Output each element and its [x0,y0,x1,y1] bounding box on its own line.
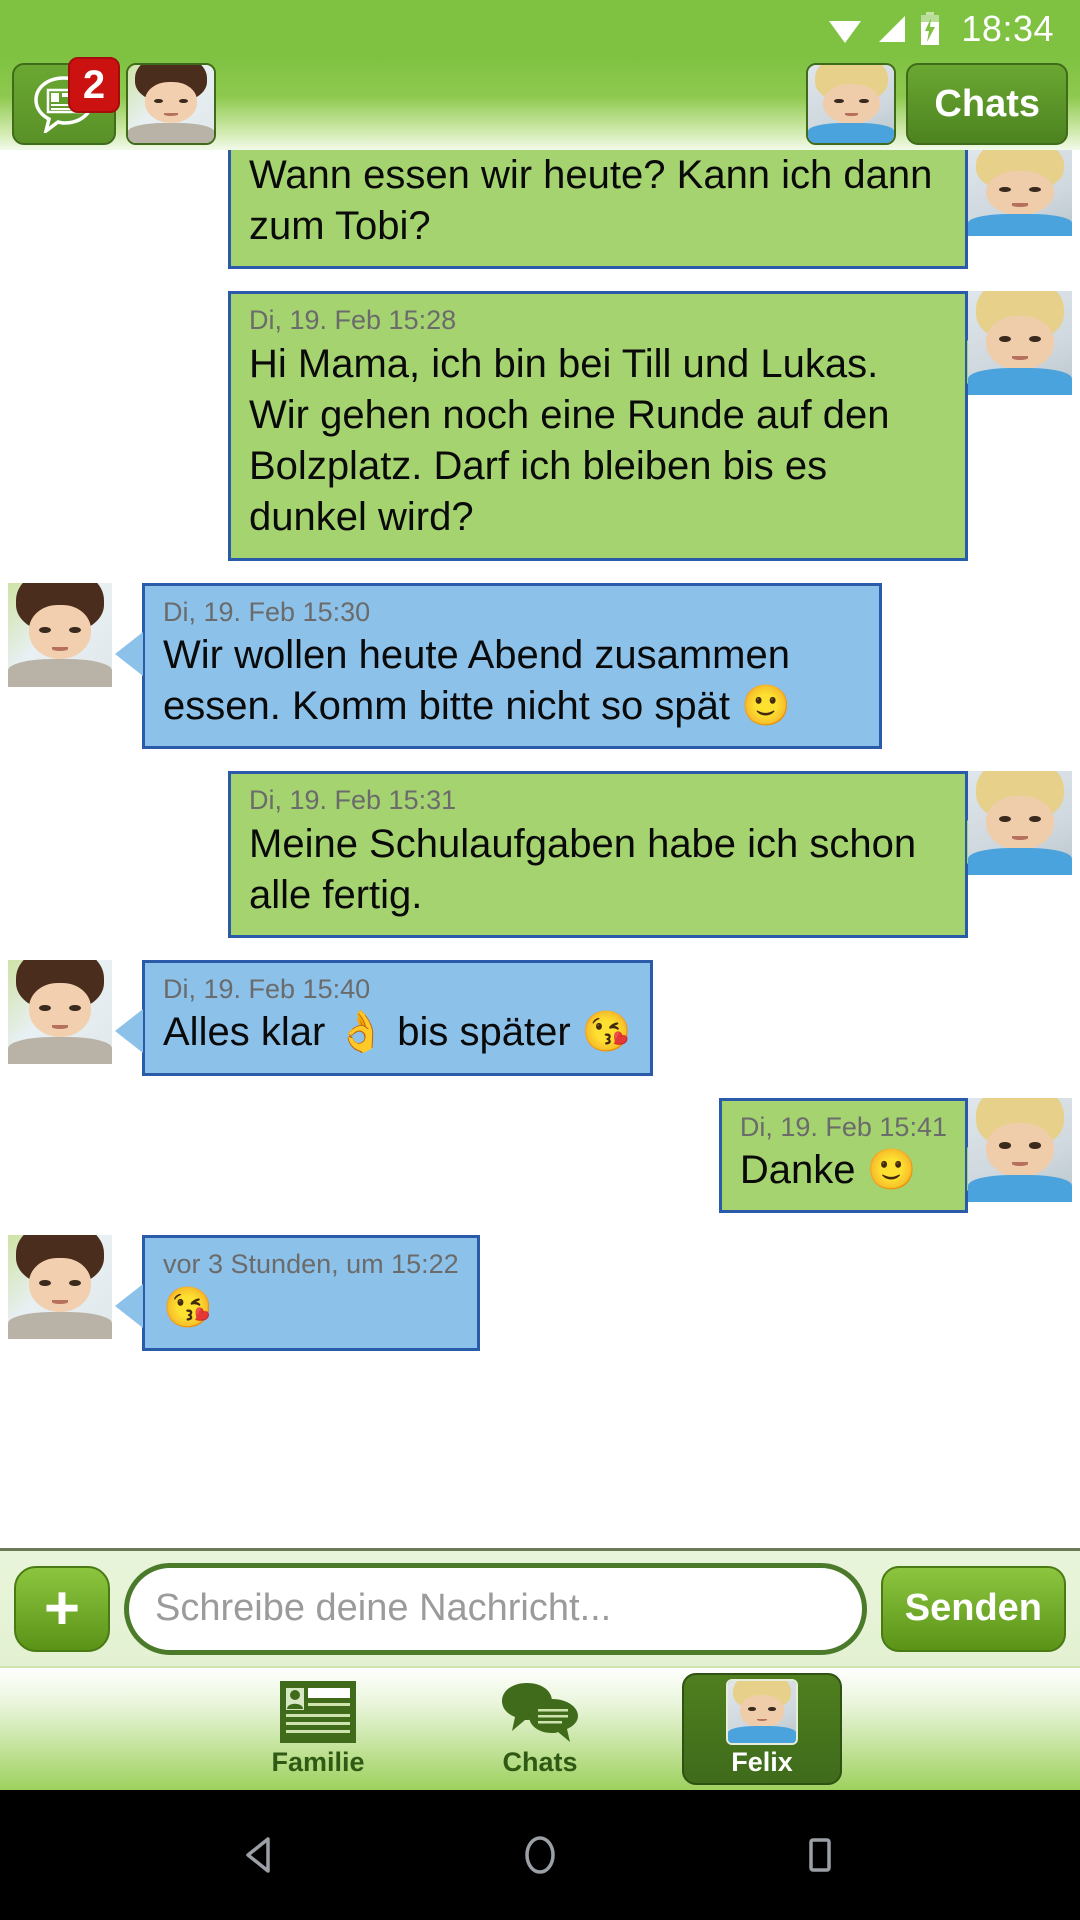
message-text: Hi Mama, ich bin bei Till und Lukas. Wir… [249,341,890,540]
mom-avatar [8,582,112,687]
status-clock: 18:34 [961,8,1054,49]
recents-icon [809,1838,831,1872]
felix-avatar [968,771,1072,876]
message-row: Di, 19. Feb 15:30 Wir wollen heute Abend… [0,582,1080,750]
message-text: Wann essen wir heute? Kann ich dann zum … [249,153,933,249]
message-timestamp: Di, 19. Feb 15:28 [249,305,457,336]
bubble-tail [111,1281,143,1332]
message-text: 😘 [163,1285,213,1330]
message-bubble[interactable]: Di, 19. Feb 15:31 Meine Schulaufgaben ha… [228,771,999,939]
bubble-tail [111,1006,143,1057]
felix-avatar-icon [726,1678,798,1745]
avatar-eye-right [859,98,869,104]
battery-charging-icon [921,12,940,45]
app-header: 2 Chats [0,57,1080,150]
message-bubble[interactable]: Di, 19. Feb 15:30 Wir wollen heute Abend… [111,582,882,750]
nav-label: Familie [271,1746,365,1777]
message-input[interactable]: Schreibe deine Nachricht... [124,1562,867,1655]
felix-avatar [968,1097,1072,1202]
header-right-group: Chats [806,63,1068,145]
wifi-icon [829,21,862,43]
message-timestamp: Di, 19. Feb 15:41 [739,1111,947,1142]
message-timestamp: Di, 19. Feb 15:40 [163,974,371,1005]
send-button[interactable]: Senden [880,1565,1066,1652]
contact-card-icon [280,1680,356,1743]
avatar-eye-left [834,98,844,104]
message-bubble[interactable]: vor 3 Stunden, um 15:22 😘 [111,1235,480,1351]
header-contact-avatar[interactable] [126,63,216,145]
signal-icon [879,16,906,42]
mom-avatar [8,1235,112,1340]
message-composer: + Schreibe deine Nachricht... Senden [0,1548,1080,1666]
status-bar: 18:34 [0,0,1080,58]
back-icon [246,1837,270,1873]
avatar-body [128,122,214,143]
message-avatar[interactable] [968,291,1072,396]
message-bubble[interactable]: Wann essen wir heute? Kann ich dann zum … [228,150,968,270]
message-row: Di, 19. Feb 15:31 Meine Schulaufgaben ha… [0,771,1080,939]
add-attachment-button[interactable]: + [14,1565,110,1652]
nav-item-chats[interactable]: Chats [460,1673,620,1785]
message-timestamp: Di, 19. Feb 15:31 [249,785,457,816]
message-avatar[interactable] [8,582,112,687]
recents-button[interactable] [790,1825,850,1885]
message-text: Wir wollen heute Abend zusammen essen. K… [163,632,791,729]
message-text: Alles klar 👌 bis später 😘 [163,1010,632,1055]
felix-avatar [726,1678,798,1745]
chats-button[interactable]: Chats [906,63,1068,145]
message-avatar[interactable] [968,150,1072,236]
message-avatar[interactable] [968,771,1072,876]
header-felix-avatar[interactable] [806,63,897,145]
message-bubble[interactable]: Di, 19. Feb 15:41 Danke 🙂 [718,1097,999,1214]
nav-item-familie[interactable]: Familie [238,1673,398,1785]
back-button[interactable] [230,1825,290,1885]
message-text: Meine Schulaufgaben habe ich schon alle … [249,821,917,917]
mom-avatar [128,65,214,143]
header-left-group: 2 [12,57,216,145]
avatar-face [145,82,197,123]
nav-label: Felix [731,1746,793,1777]
home-button[interactable] [510,1825,570,1885]
felix-avatar [808,65,895,143]
message-row: Di, 19. Feb 15:41 Danke 🙂 [0,1097,1080,1214]
chat-bubbles-icon [500,1681,580,1743]
message-timestamp: vor 3 Stunden, um 15:22 [163,1249,459,1280]
nav-label: Chats [502,1746,578,1777]
message-list[interactable]: Wann essen wir heute? Kann ich dann zum … [0,150,1080,1548]
avatar-body [808,122,895,143]
message-text: Danke 🙂 [739,1148,917,1193]
message-row: Wann essen wir heute? Kann ich dann zum … [0,150,1080,270]
messages-button[interactable]: 2 [12,57,120,145]
message-avatar[interactable] [8,960,112,1065]
felix-avatar [968,150,1072,236]
avatar-face [823,83,880,125]
message-bubble[interactable]: Di, 19. Feb 15:40 Alles klar 👌 bis späte… [111,960,653,1076]
home-icon [525,1836,555,1874]
unread-badge: 2 [68,57,120,113]
message-row: vor 3 Stunden, um 15:22 😘 [0,1235,1080,1351]
message-avatar[interactable] [968,1097,1072,1202]
mom-avatar [8,960,112,1065]
android-navigation-bar [0,1790,1080,1920]
message-avatar[interactable] [8,1235,112,1340]
status-icons [827,12,941,46]
message-row: Di, 19. Feb 15:40 Alles klar 👌 bis späte… [0,960,1080,1076]
message-timestamp: Di, 19. Feb 15:30 [163,596,371,627]
bubble-tail [111,628,143,679]
felix-avatar [968,291,1072,396]
app-screen: 18:34 2 Chats Wann essen wir heute? Kann… [0,0,1080,1920]
bottom-navigation: Familie Chats Felix [0,1666,1080,1790]
nav-item-felix[interactable]: Felix [682,1673,842,1785]
message-row: Di, 19. Feb 15:28 Hi Mama, ich bin bei T… [0,291,1080,561]
message-bubble[interactable]: Di, 19. Feb 15:28 Hi Mama, ich bin bei T… [228,291,999,561]
